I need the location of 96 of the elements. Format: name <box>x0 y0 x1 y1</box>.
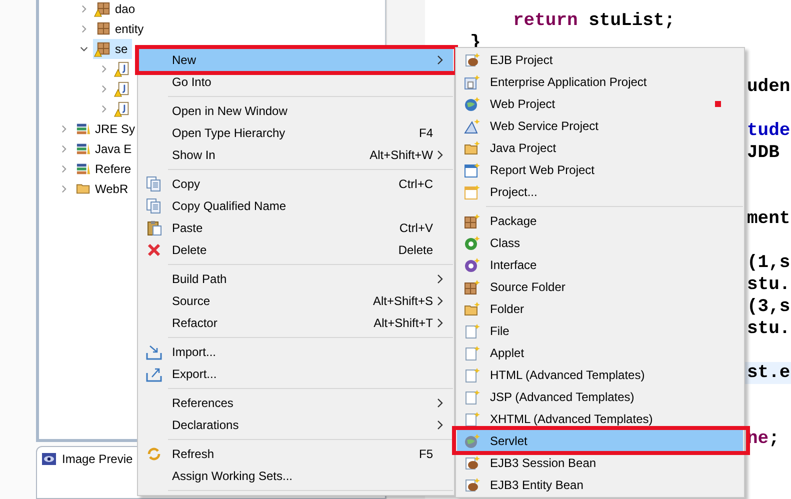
menu-item[interactable]: Import... <box>139 341 453 363</box>
menu-item[interactable]: Applet <box>457 342 743 364</box>
export-icon <box>146 366 162 382</box>
globe-icon <box>464 96 480 112</box>
code-text: return stuList; <box>513 10 676 32</box>
menu-item[interactable]: Paste Ctrl+V <box>139 217 453 239</box>
bean-icon <box>464 455 480 471</box>
code-text: st.e <box>747 362 790 384</box>
page-icon <box>464 389 480 405</box>
menu-item[interactable]: Java Project <box>457 137 743 159</box>
shortcut-label: Alt+Shift+S <box>372 294 433 308</box>
interface-icon <box>464 257 480 273</box>
import-icon <box>146 344 162 360</box>
menu-item[interactable]: Folder <box>457 298 743 320</box>
menu-item[interactable]: Enterprise Application Project <box>457 71 743 93</box>
menu-item[interactable]: File <box>457 320 743 342</box>
page-icon <box>464 345 480 361</box>
shortcut-label: Ctrl+C <box>398 177 433 191</box>
tree-item[interactable]: WebR <box>73 179 132 199</box>
menu-item[interactable]: JSP (Advanced Templates) <box>457 386 743 408</box>
globe-icon <box>464 433 480 449</box>
window-icon <box>464 184 480 200</box>
chevron-icon[interactable] <box>80 44 88 54</box>
books-icon <box>76 121 91 136</box>
package-icon <box>464 213 480 229</box>
class-icon <box>464 235 480 251</box>
tree-item[interactable]: dao <box>93 0 140 19</box>
refresh-icon <box>146 446 162 462</box>
menu-item[interactable]: Open Type Hierarchy F4 <box>139 122 453 144</box>
code-text: JDB <box>747 142 780 164</box>
code-text: (3,s <box>747 296 790 318</box>
triangle-icon <box>464 118 480 134</box>
menu-item[interactable]: Build Path <box>139 268 453 290</box>
menu-item[interactable]: HTML (Advanced Templates) <box>457 364 743 386</box>
package-icon <box>96 21 111 36</box>
menu-item[interactable]: Source Folder <box>457 276 743 298</box>
file-icon <box>116 61 131 76</box>
books-icon <box>76 161 91 176</box>
tree-item[interactable]: se <box>93 39 132 59</box>
copy-icon <box>146 176 162 192</box>
menu-item[interactable]: Report Web Project <box>457 159 743 181</box>
bean-icon <box>464 477 480 493</box>
menu-item[interactable]: Package <box>457 210 743 232</box>
bean-icon <box>464 52 480 68</box>
menu-item[interactable]: Class <box>457 232 743 254</box>
menu-item[interactable]: Web Project <box>457 93 743 115</box>
menu-item[interactable]: References <box>139 392 453 414</box>
shortcut-label: Delete <box>398 243 433 257</box>
menu-item[interactable]: Interface <box>457 254 743 276</box>
books-icon <box>76 141 91 156</box>
shortcut-label: Alt+Shift+W <box>370 148 433 162</box>
file-icon <box>116 101 131 116</box>
paste-icon <box>146 220 162 236</box>
menu-item[interactable]: Go Into <box>139 71 453 93</box>
menu-item[interactable]: EJB3 Entity Bean <box>457 474 743 496</box>
shortcut-label: Ctrl+V <box>399 221 433 235</box>
page-icon <box>464 367 480 383</box>
folder-icon <box>464 301 480 317</box>
tree-item[interactable]: Java E <box>73 139 136 159</box>
tree-item[interactable]: entity <box>93 19 148 39</box>
menu-item[interactable]: Source Alt+Shift+S <box>139 290 453 312</box>
menu-item[interactable]: EJB Project <box>457 49 743 71</box>
menu-item[interactable]: Open in New Window <box>139 100 453 122</box>
menu-item[interactable]: Export... <box>139 363 453 385</box>
code-text: uden <box>747 76 790 98</box>
code-text: ment <box>747 208 790 230</box>
menu-item[interactable]: Declarations <box>139 414 453 436</box>
page-icon <box>464 323 480 339</box>
code-text: stu. <box>747 318 790 340</box>
shortcut-label: Alt+Shift+T <box>374 316 433 330</box>
menu-item[interactable]: Copy Qualified Name <box>139 195 453 217</box>
tree-item[interactable]: Refere <box>73 159 136 179</box>
file-icon <box>116 81 131 96</box>
menu-item[interactable]: Copy Ctrl+C <box>139 173 453 195</box>
package-icon <box>96 1 111 16</box>
menu-item[interactable]: Refactor Alt+Shift+T <box>139 312 453 334</box>
code-text: tude <box>747 120 790 142</box>
menu-item[interactable]: Web Service Project <box>457 115 743 137</box>
delete-icon <box>146 242 162 258</box>
eye-icon <box>42 452 56 464</box>
tree-item[interactable]: JRE Sy <box>73 119 140 139</box>
copy-icon <box>146 198 162 214</box>
package-icon <box>96 41 111 56</box>
shortcut-label: F5 <box>418 447 433 461</box>
code-text: (1,s <box>747 252 790 274</box>
menu-item[interactable]: Project... <box>457 181 743 203</box>
page-icon <box>464 411 480 427</box>
menu-item[interactable]: Show In Alt+Shift+W <box>139 144 453 166</box>
menu-item[interactable]: Delete Delete <box>139 239 453 261</box>
menu-item[interactable]: XHTML (Advanced Templates) <box>457 408 743 430</box>
menu-item[interactable]: EJB3 Session Bean <box>457 452 743 474</box>
package-icon <box>464 279 480 295</box>
code-text: stu. <box>747 274 790 296</box>
folder-icon <box>464 140 480 156</box>
box-icon <box>464 74 480 90</box>
shortcut-label: F4 <box>418 126 433 140</box>
